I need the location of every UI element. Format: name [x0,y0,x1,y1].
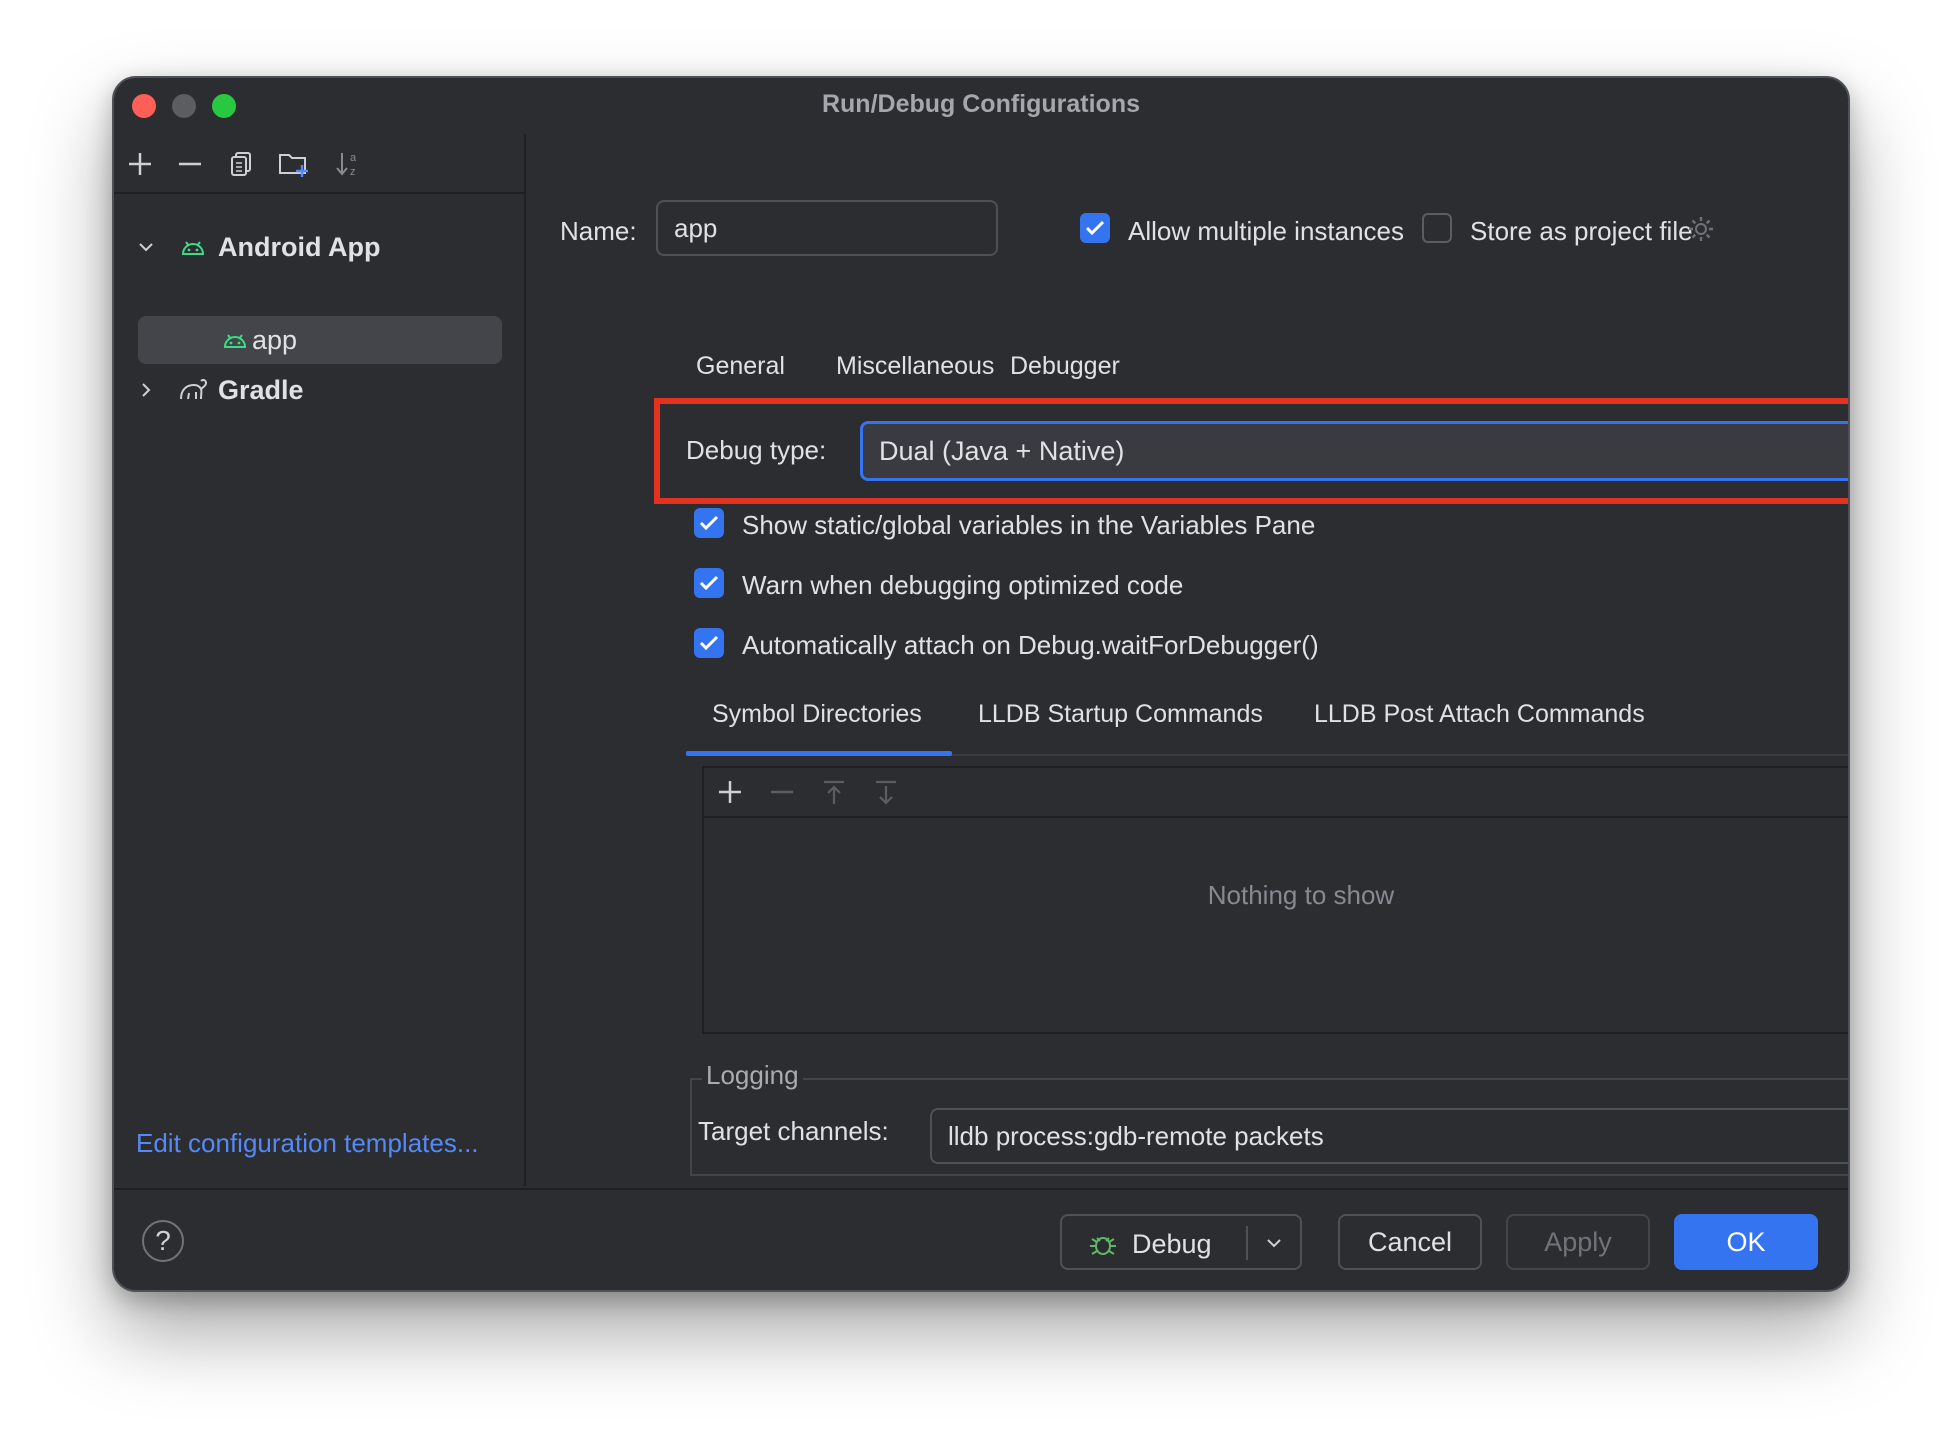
tab-general[interactable]: General [696,352,785,381]
new-folder-icon[interactable] [276,146,312,182]
sidebar-toolbar: az [114,134,524,194]
bug-icon [1090,1237,1116,1255]
split-divider [1246,1226,1248,1260]
help-button[interactable]: ? [142,1220,184,1262]
symbol-directories-list: Nothing to show [702,766,1848,1034]
name-field[interactable]: app [656,200,998,256]
svg-text:a: a [350,152,357,164]
show-static-vars-label: Show static/global variables in the Vari… [742,510,1316,540]
checkmark-icon [699,515,719,531]
tree-item-app[interactable]: app [114,317,524,363]
allow-multiple-label: Allow multiple instances [1128,216,1405,246]
subtab-lldb-startup-commands[interactable]: LLDB Startup Commands [978,700,1263,729]
copy-icon[interactable] [224,146,260,182]
store-project-checkbox[interactable] [1422,213,1452,243]
auto-attach-checkbox[interactable] [694,628,724,658]
target-channels-label: Target channels: [698,1116,889,1146]
chevron-down-icon[interactable] [1264,1233,1284,1253]
debug-button-label: Debug [1132,1229,1212,1259]
tab-debugger[interactable]: Debugger [1010,352,1120,381]
run-debug-dialog: Run/Debug Configurations az Android App … [112,76,1850,1292]
checkmark-icon [699,575,719,591]
tree-item-label: Android App [218,231,381,262]
name-label: Name: [560,216,637,246]
tab-miscellaneous[interactable]: Miscellaneous [836,352,994,381]
edit-configuration-templates-link[interactable]: Edit configuration templates... [136,1128,479,1159]
sort-icon[interactable]: az [330,146,366,182]
target-channels-field[interactable]: lldb process:gdb-remote packets [930,1108,1848,1164]
checkmark-icon [699,635,719,651]
store-project-label: Store as project file [1470,216,1693,246]
debug-type-dropdown[interactable]: Dual (Java + Native) [860,421,1848,481]
gear-icon[interactable] [1686,214,1716,244]
warn-optimized-checkbox[interactable] [694,568,724,598]
tree-item-android-app[interactable]: Android App [114,224,524,270]
configuration-editor: Name: app Allow multiple instances Store… [526,134,1848,1186]
android-icon [223,334,247,348]
android-icon [181,241,205,255]
show-static-vars-checkbox[interactable] [694,508,724,538]
subtab-lldb-post-attach-commands[interactable]: LLDB Post Attach Commands [1314,700,1645,729]
add-icon[interactable] [122,146,158,182]
chevron-down-icon[interactable] [136,237,156,257]
auto-attach-label: Automatically attach on Debug.waitForDeb… [742,630,1319,660]
configuration-sidebar: az Android App app Gradle Edit configura… [114,134,526,1186]
gradle-icon [180,378,208,400]
logging-title: Logging [702,1060,803,1091]
move-down-icon[interactable] [872,778,900,806]
subtab-symbol-directories[interactable]: Symbol Directories [712,700,922,729]
cancel-button[interactable]: Cancel [1338,1214,1482,1270]
tree-item-label: app [252,324,298,355]
svg-text:z: z [350,166,356,178]
active-subtab-indicator [686,751,952,756]
warn-optimized-label: Warn when debugging optimized code [742,570,1184,600]
tree-item-gradle[interactable]: Gradle [114,367,524,413]
add-icon[interactable] [716,778,744,806]
title-bar: Run/Debug Configurations [114,78,1848,134]
dialog-footer: ? Debug Cancel Apply OK [114,1188,1848,1290]
chevron-right-icon[interactable] [136,380,156,400]
empty-list-text: Nothing to show [1207,880,1395,910]
move-up-icon[interactable] [820,778,848,806]
debug-type-value: Dual (Java + Native) [879,435,1125,466]
ok-button[interactable]: OK [1674,1214,1818,1270]
tree-item-label: Gradle [218,374,304,405]
checkmark-icon [1085,220,1105,236]
window-title: Run/Debug Configurations [821,90,1141,118]
list-toolbar [704,768,1848,818]
apply-button[interactable]: Apply [1506,1214,1650,1270]
debug-split-button[interactable]: Debug [1060,1214,1302,1270]
remove-icon[interactable] [768,778,796,806]
debug-type-label: Debug type: [686,435,827,465]
remove-icon[interactable] [172,146,208,182]
allow-multiple-checkbox[interactable] [1080,213,1110,243]
